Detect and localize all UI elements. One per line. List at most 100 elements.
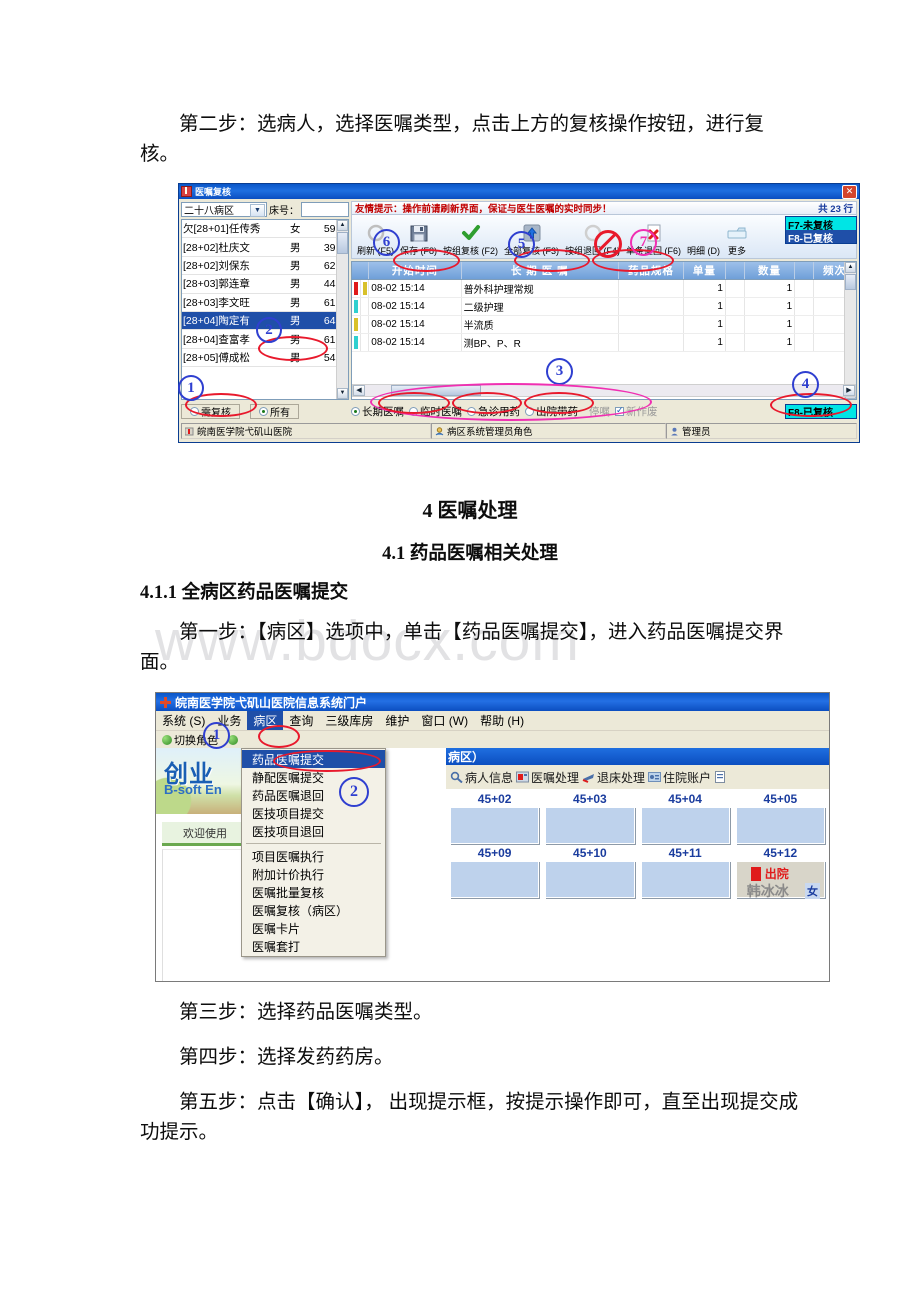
order-type-longterm[interactable]: 长期医嘱 [351,404,404,419]
patient-list-item[interactable]: [28+04]陶定有男 64岁 [182,311,348,331]
menu-item[interactable]: 项目医嘱执行 [242,847,385,865]
menu-item[interactable]: 附加计价执行 [242,865,385,883]
menu-help[interactable]: 帮助 (H) [474,711,530,730]
bed-cell[interactable]: 45+03 [545,792,635,844]
bed-box-empty[interactable] [640,861,730,898]
bed-cell[interactable]: 45+10 [545,846,635,898]
bed-cell[interactable]: 45+11 [640,846,730,898]
order-qty-extra [794,333,814,352]
bed-input[interactable] [301,201,349,217]
bed-box-empty[interactable] [640,807,730,844]
save-button[interactable]: 保存 (F8) [397,215,440,257]
refresh-button[interactable]: 刷新 (F5) [354,215,397,257]
bed-box-empty[interactable] [450,861,540,898]
scroll-thumb[interactable] [337,232,348,254]
order-type-discharge[interactable]: 出院带药 [525,404,578,419]
grid-header-cell[interactable] [725,262,745,280]
group-review-button[interactable]: 按组复核 (F2) [440,215,501,257]
patient-list[interactable]: 欠[28+01]任传秀女 59岁 [28+02]杜庆文男 39岁 [28+02]刘保东男… [181,219,349,400]
menu-item[interactable]: 静配医嘱提交 [242,768,385,786]
patient-info-button[interactable]: 病人信息 [450,769,513,786]
inpatient-account-button[interactable]: 住院账户 [648,769,711,786]
bed-cell[interactable]: 45+12 出院 韩冰冰女 [735,846,825,899]
order-process-button[interactable]: 医嘱处理 [516,769,579,786]
menu-business[interactable]: 业务 [211,711,247,730]
welcome-tab[interactable]: 欢迎使用 [162,822,248,846]
menu-item[interactable]: 医嘱复核（病区） [242,901,385,919]
bed-cell[interactable]: 45+02 [450,792,540,844]
report-button[interactable] [714,771,729,783]
patient-list-item[interactable]: [28+05]傅成松男 54岁 [182,349,348,368]
table-row[interactable]: 08-02 15:14 测BP、P、R 1 1 [352,333,856,352]
bed-box-empty[interactable] [735,807,825,844]
menu-ward[interactable]: 病区 [247,711,284,730]
table-row[interactable]: 08-02 15:14 半流质 1 1 [352,315,856,334]
bed-cell[interactable]: 45+05 [735,792,825,844]
order-grid-hscrollbar[interactable]: ◀ ▶ [352,384,856,397]
scroll-down-icon[interactable]: ▼ [337,388,348,399]
review-status-select[interactable]: F8-已复核 [785,404,857,419]
menu-system[interactable]: 系统 (S) [156,711,211,730]
bed-return-button[interactable]: 退床处理 [582,769,645,786]
grid-header-cell[interactable]: 单量 [683,262,726,280]
chevron-down-icon[interactable]: ▼ [250,203,265,217]
menu-query[interactable]: 查询 [283,711,319,730]
scroll-up-icon[interactable]: ▲ [337,220,348,231]
bed-cell[interactable]: 45+09 [450,846,540,898]
review-all-button[interactable]: 全部复核 (F3) [501,215,562,257]
grid-header-cell[interactable] [794,262,814,280]
filter-all[interactable]: 所有 [250,404,299,419]
grid-header-cell[interactable]: 开始时间 [368,262,462,280]
patient-list-item[interactable]: [28+03]李文旺男 61岁 [182,294,348,312]
order-grid-scrollbar[interactable]: ▲ ▼ [844,262,856,399]
grid-header-cell[interactable]: 长 期 医 嘱 [461,262,619,280]
order-grid[interactable]: 开始时间长 期 医 嘱药品规格 单量 数量 频次 08-02 15:14 普外科护理常规… [351,261,857,400]
menu-item[interactable]: 医技项目提交 [242,804,385,822]
patient-list-scrollbar[interactable]: ▲ ▼ [336,220,348,399]
group-reject-button[interactable]: 按组退回 (F4) [562,215,623,257]
filter-need-review[interactable]: 需复核 [181,404,240,419]
bed-cell[interactable]: 45+04 [640,792,730,844]
menu-item[interactable]: 药品医嘱提交 [242,750,385,768]
review-status-dropdown[interactable]: F7-未复核 F8-已复核 [785,216,857,245]
table-row[interactable]: 08-02 15:14 普外科护理常规 1 1 [352,279,856,298]
grid-header-cell[interactable]: 药品规格 [618,262,684,280]
scroll-thumb[interactable] [845,274,856,290]
patient-list-item[interactable]: [28+03]郭连章男 44岁 [182,275,348,294]
switch-role-button[interactable]: 切换角色 [158,732,222,748]
new-void-checkbox[interactable]: 新作废 [615,404,658,419]
menu-item[interactable]: 医技项目退回 [242,822,385,840]
table-row[interactable]: 08-02 15:14 二级护理 1 1 [352,297,856,316]
patient-list-item[interactable]: 欠[28+01]任传秀女 59岁 [182,220,348,239]
menu-item[interactable]: 药品医嘱退回 [242,786,385,804]
bed-box-occupied[interactable]: 出院 韩冰冰女 [735,861,825,899]
toolbar-extra-button[interactable] [224,735,244,745]
detail-button[interactable]: 明细 (D) [684,215,723,257]
menu-item[interactable]: 医嘱卡片 [242,919,385,937]
bed-box-empty[interactable] [545,861,635,898]
menu-warehouse[interactable]: 三级库房 [319,711,379,730]
menu-maintain[interactable]: 维护 [379,711,415,730]
hscroll-thumb[interactable] [391,385,481,396]
order-type-emergency[interactable]: 急诊用药 [467,404,520,419]
close-icon[interactable]: ✕ [842,184,857,199]
menu-item[interactable]: 医嘱批量复核 [242,883,385,901]
menu-window[interactable]: 窗口 (W) [415,711,474,730]
menu-item[interactable]: 医嘱套打 [242,937,385,955]
ward-select[interactable]: 二十八病区 ▼ [181,201,267,217]
ward-dropdown-menu[interactable]: 药品医嘱提交 静配医嘱提交 药品医嘱退回 医技项目提交 医技项目退回 项目医嘱执行 附加计价… [241,748,386,957]
scroll-left-icon[interactable]: ◀ [353,385,365,396]
scroll-up-icon[interactable]: ▲ [845,262,856,273]
review-status-option-reviewed[interactable]: F8-已复核 [786,230,856,245]
patient-list-item[interactable]: [28+02]刘保东男 62岁 [182,257,348,276]
single-reject-button[interactable]: 单条退回 (F6) [623,215,684,257]
scroll-right-icon[interactable]: ▶ [843,385,855,396]
patient-list-item[interactable]: [28+04]查富孝男 61岁 [182,330,348,349]
bed-box-empty[interactable] [450,807,540,844]
grid-header-cell[interactable]: 数量 [744,262,796,280]
more-button[interactable]: 更多 [723,215,751,257]
patient-list-item[interactable]: [28+02]杜庆文男 39岁 [182,238,348,257]
bed-box-empty[interactable] [545,807,635,844]
order-type-temporary[interactable]: 临时医嘱 [409,404,462,419]
review-status-option-unreviewed[interactable]: F7-未复核 [786,217,856,232]
